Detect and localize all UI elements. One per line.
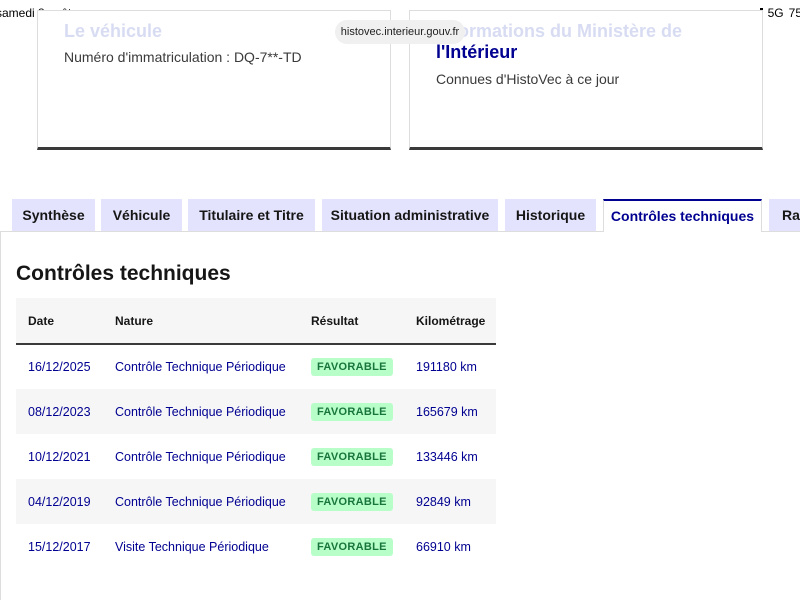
tab-historique[interactable]: Historique xyxy=(505,199,596,231)
row-nature: Contrôle Technique Périodique xyxy=(115,479,311,524)
column-header-result: Résultat xyxy=(311,298,416,345)
row-nature: Contrôle Technique Périodique xyxy=(115,360,286,374)
table-row: 15/12/2017 Visite Technique Périodique F… xyxy=(16,524,496,569)
tab-vehicule[interactable]: Véhicule xyxy=(101,199,182,231)
battery-label: 75 xyxy=(788,6,800,20)
tab-rapport[interactable]: Rapport xyxy=(769,199,800,231)
table-row: 10/12/2021 Contrôle Technique Périodique… xyxy=(16,434,496,479)
ministry-card-heading: Informations du Ministère de xyxy=(436,21,683,41)
ministry-card-text: Connues d'HistoVec à ce jour xyxy=(436,71,620,87)
table-row: 04/12/2019 Contrôle Technique Périodique… xyxy=(16,479,496,524)
section-title: Contrôles techniques xyxy=(16,262,231,285)
table-row: 16/12/2025 Contrôle Technique Périodique… xyxy=(16,344,496,389)
row-result: FAVORABLE xyxy=(311,344,416,389)
result-badge: FAVORABLE xyxy=(311,447,393,466)
row-date: 15/12/2017 xyxy=(28,539,91,554)
row-result: FAVORABLE xyxy=(311,434,416,479)
row-result: FAVORABLE xyxy=(311,479,416,524)
row-mileage: 92849 km xyxy=(416,479,496,524)
registration-number: Numéro d'immatriculation : DQ-7**-TD xyxy=(64,49,302,65)
column-header-nature: Nature xyxy=(115,298,311,345)
tab-situation-administrative[interactable]: Situation administrative xyxy=(322,199,498,231)
tab-synthese[interactable]: Synthèse xyxy=(12,199,95,231)
result-badge: FAVORABLE xyxy=(311,358,393,376)
result-badge: FAVORABLE xyxy=(311,492,393,511)
row-nature: Contrôle Technique Périodique xyxy=(115,449,286,464)
row-mileage: 66910 km xyxy=(416,539,471,554)
row-mileage: 165679 km xyxy=(416,389,496,434)
row-result: FAVORABLE xyxy=(311,524,416,569)
result-badge: FAVORABLE xyxy=(311,402,393,421)
tab-bar: Synthèse Véhicule Titulaire et Titre Sit… xyxy=(0,199,800,232)
column-header-date: Date xyxy=(16,298,115,345)
table-header-row: Date Nature Résultat Kilométrage xyxy=(16,298,496,345)
vehicle-card-heading: Le véhicule xyxy=(64,21,163,41)
tab-controles-techniques[interactable]: Contrôles techniques xyxy=(603,199,762,232)
inspections-table: Date Nature Résultat Kilométrage 16/12/2… xyxy=(16,298,496,569)
row-nature: Contrôle Technique Périodique xyxy=(115,389,311,434)
row-nature: Visite Technique Périodique xyxy=(115,539,269,554)
column-header-mileage: Kilométrage xyxy=(416,298,496,345)
tab-titulaire-titre[interactable]: Titulaire et Titre xyxy=(188,199,315,231)
row-mileage: 191180 km xyxy=(416,360,477,374)
row-date: 10/12/2021 xyxy=(28,449,91,464)
network-label: 5G xyxy=(767,6,784,20)
row-mileage: 133446 km xyxy=(416,449,478,464)
row-date: 16/12/2025 xyxy=(28,360,91,374)
table-row: 08/12/2023 Contrôle Technique Périodique… xyxy=(16,389,496,434)
result-badge: FAVORABLE xyxy=(311,537,393,556)
row-date: 04/12/2019 xyxy=(16,479,115,524)
ministry-card-title: l'Intérieur xyxy=(436,42,518,62)
address-bar[interactable]: histovec.interieur.gouv.fr xyxy=(335,20,465,44)
row-date: 08/12/2023 xyxy=(16,389,115,434)
row-result: FAVORABLE xyxy=(311,389,416,434)
